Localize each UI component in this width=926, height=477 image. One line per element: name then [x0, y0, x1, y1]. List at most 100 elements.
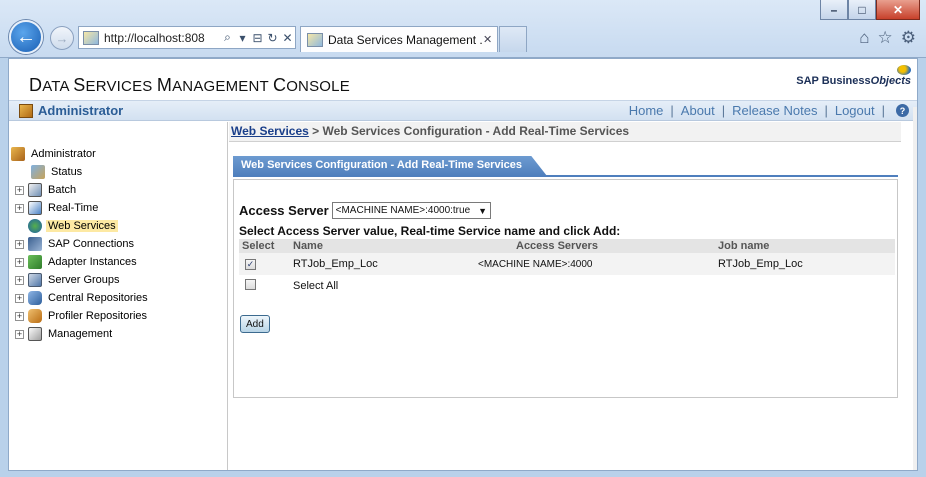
row-select-checkbox[interactable]: ✓	[245, 259, 256, 270]
expand-icon[interactable]: +	[15, 293, 24, 303]
profiler-repository-icon	[28, 309, 42, 323]
adapter-icon	[28, 255, 42, 269]
access-server-cell: <MACHINE NAME>:4000	[475, 253, 715, 275]
breadcrumb-link-web-services[interactable]: Web Services	[231, 124, 309, 138]
administrator-icon	[19, 103, 33, 118]
column-header-select: Select	[239, 239, 290, 253]
browser-chrome: – □ ✕ ← → http://localhost:808 ⌕ ▾ ⊟ ↻ ✕…	[0, 0, 926, 58]
help-icon[interactable]: ?	[896, 104, 909, 117]
access-server-value: <MACHINE NAME>:4000:true	[335, 205, 471, 216]
arrow-right-icon: →	[55, 30, 69, 46]
real-time-icon	[28, 201, 42, 215]
expand-icon[interactable]: +	[15, 311, 24, 321]
select-all-checkbox[interactable]	[245, 279, 256, 290]
favorites-star-icon[interactable]: ☆	[878, 28, 893, 48]
expand-icon[interactable]: +	[15, 239, 24, 249]
vertical-scrollbar[interactable]	[913, 107, 917, 470]
expand-icon[interactable]: +	[15, 275, 24, 285]
access-server-select[interactable]: <MACHINE NAME>:4000:true ▼	[331, 202, 492, 219]
add-button[interactable]: Add	[240, 315, 270, 333]
tree-item-real-time[interactable]: + Real-Time	[15, 200, 100, 216]
breadcrumb: Web Services > Web Services Configuratio…	[229, 122, 901, 142]
batch-icon	[28, 183, 42, 197]
sap-connections-icon	[28, 237, 42, 251]
page-icon	[83, 30, 99, 45]
tree-item-server-groups[interactable]: + Server Groups	[15, 272, 122, 288]
tree-item-central-repositories[interactable]: + Central Repositories	[15, 290, 150, 306]
search-icon[interactable]: ⌕	[220, 30, 235, 45]
services-table: Select Name Access Servers Job name ✓ RT…	[239, 239, 895, 297]
column-header-access-servers: Access Servers	[475, 239, 715, 253]
maximize-button[interactable]: □	[848, 0, 876, 20]
tree-item-profiler-repositories[interactable]: + Profiler Repositories	[15, 308, 149, 324]
tree-item-sap-connections[interactable]: + SAP Connections	[15, 236, 136, 252]
tree-item-web-services[interactable]: Web Services	[28, 218, 118, 234]
table-header-row: Select Name Access Servers Job name	[239, 239, 895, 253]
app-header: DATA SERVICES MANAGEMENT CONSOLE SAP Bus…	[9, 59, 917, 101]
minimize-button[interactable]: –	[820, 0, 848, 20]
management-icon	[28, 327, 42, 341]
expand-icon[interactable]: +	[15, 329, 24, 339]
main-content: Web Services > Web Services Configuratio…	[229, 122, 915, 470]
column-header-job-name: Job name	[715, 239, 895, 253]
service-name-cell: RTJob_Emp_Loc	[290, 253, 475, 275]
release-notes-link[interactable]: Release Notes	[732, 103, 817, 118]
arrow-left-icon: ←	[16, 25, 36, 48]
section-label[interactable]: Administrator	[19, 103, 123, 118]
sap-businessobjects-logo: SAP BusinessObjects	[796, 75, 911, 87]
dropdown-arrow-icon: ▼	[478, 205, 488, 216]
dropdown-icon[interactable]: ▾	[235, 31, 250, 45]
job-name-cell: RTJob_Emp_Loc	[715, 253, 895, 275]
address-bar[interactable]: http://localhost:808 ⌕ ▾ ⊟ ↻ ✕	[78, 26, 296, 49]
central-repository-icon	[28, 291, 42, 305]
back-button[interactable]: ←	[9, 20, 43, 54]
panel-divider	[233, 175, 898, 177]
administrator-icon	[11, 147, 25, 161]
expand-icon[interactable]: +	[15, 185, 24, 195]
expand-icon[interactable]: +	[15, 203, 24, 213]
expand-icon[interactable]: +	[15, 257, 24, 267]
instruction-text: Select Access Server value, Real-time Se…	[239, 224, 621, 238]
sap-logo-swirl-icon	[897, 65, 911, 75]
globe-icon	[28, 219, 42, 233]
forward-button[interactable]: →	[50, 26, 74, 50]
access-server-label: Access Server	[239, 203, 329, 218]
new-tab-button[interactable]	[499, 26, 527, 52]
page-viewport: DATA SERVICES MANAGEMENT CONSOLE SAP Bus…	[8, 58, 918, 471]
top-nav-bar: Administrator Home | About | Release Notes…	[9, 101, 917, 121]
home-icon[interactable]: ⌂	[859, 28, 869, 48]
access-server-row: Access Server <MACHINE NAME>:4000:true ▼	[239, 202, 492, 219]
browser-tab-active[interactable]: Data Services Management ... ✕	[300, 26, 498, 52]
tab-title: Data Services Management ...	[328, 32, 483, 47]
status-icon	[31, 165, 45, 179]
refresh-icon[interactable]: ↻	[265, 31, 280, 45]
tree-root-administrator[interactable]: Administrator	[11, 146, 98, 162]
close-tab-icon[interactable]: ✕	[483, 33, 497, 46]
home-link[interactable]: Home	[629, 103, 664, 118]
page-icon	[307, 32, 323, 47]
select-all-row: Select All	[239, 275, 895, 297]
tree-item-status[interactable]: Status	[31, 164, 84, 180]
tree-item-management[interactable]: + Management	[15, 326, 114, 342]
breadcrumb-current: > Web Services Configuration - Add Real-…	[312, 124, 630, 138]
select-all-label: Select All	[293, 280, 339, 292]
tree-item-batch[interactable]: + Batch	[15, 182, 78, 198]
navigation-tree: Administrator Status + Batch + Real-Time…	[9, 122, 228, 470]
logout-link[interactable]: Logout	[835, 103, 875, 118]
table-row: ✓ RTJob_Emp_Loc <MACHINE NAME>:4000 RTJo…	[239, 253, 895, 275]
add-real-time-services-panel: Access Server <MACHINE NAME>:4000:true ▼…	[233, 179, 898, 398]
column-header-name: Name	[290, 239, 475, 253]
browser-toolbar-icons: ⌂ ☆ ⚙	[859, 28, 916, 48]
close-window-button[interactable]: ✕	[876, 0, 920, 20]
about-link[interactable]: About	[681, 103, 715, 118]
compatibility-icon[interactable]: ⊟	[250, 31, 265, 45]
gear-icon[interactable]: ⚙	[901, 28, 916, 48]
tree-item-adapter-instances[interactable]: + Adapter Instances	[15, 254, 139, 270]
top-links: Home | About | Release Notes | Logout | ?	[629, 103, 909, 118]
window-controls: – □ ✕	[820, 0, 920, 20]
panel-tab-title: Web Services Configuration - Add Real-Ti…	[233, 156, 547, 176]
address-url[interactable]: http://localhost:808	[104, 31, 220, 45]
server-groups-icon	[28, 273, 42, 287]
page-title: DATA SERVICES MANAGEMENT CONSOLE	[29, 75, 350, 95]
stop-icon[interactable]: ✕	[280, 31, 295, 45]
